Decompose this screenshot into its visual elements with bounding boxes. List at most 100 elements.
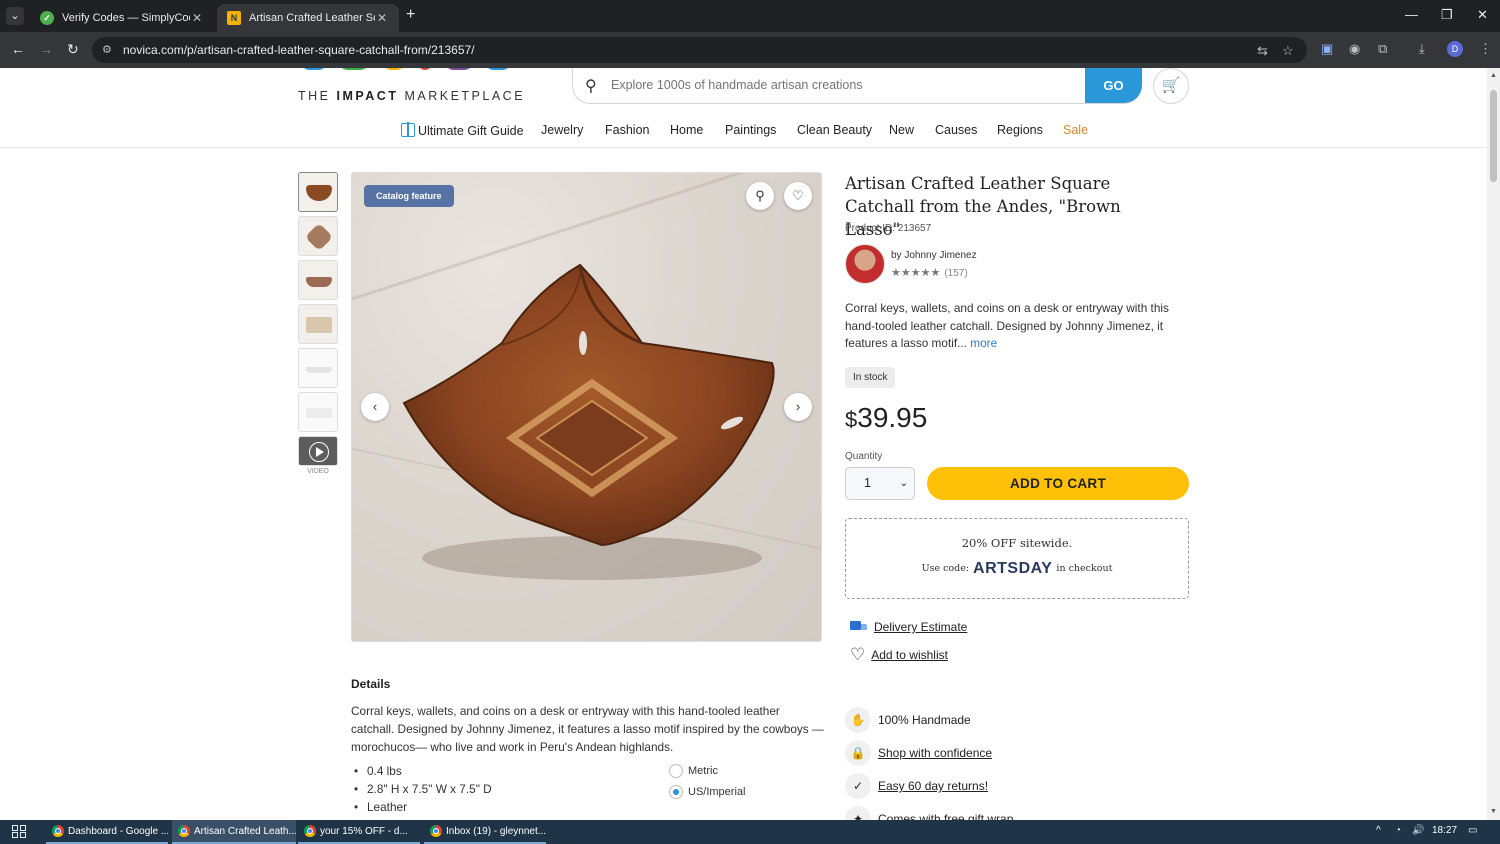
download-icon[interactable]: ⤓ bbox=[1419, 41, 1425, 57]
scroll-thumb[interactable] bbox=[1490, 90, 1497, 182]
product-main-image[interactable]: Catalog feature ⚲ ♡ ‹ › bbox=[351, 172, 822, 642]
taskbar-app[interactable]: Dashboard - Google ... bbox=[46, 820, 168, 844]
spec-item: Leather bbox=[351, 800, 492, 818]
thumbnail[interactable] bbox=[298, 348, 338, 388]
video-thumbnail[interactable] bbox=[298, 436, 338, 466]
logo-wordmark bbox=[298, 68, 514, 74]
nav-item-new[interactable]: New bbox=[889, 123, 914, 137]
nav-item-gift-guide[interactable]: Ultimate Gift Guide bbox=[401, 122, 524, 138]
unit-imperial-radio[interactable]: US/Imperial bbox=[669, 785, 745, 799]
thumbnail[interactable] bbox=[298, 260, 338, 300]
address-bar[interactable]: ⚙ novica.com/p/artisan-crafted-leather-s… bbox=[92, 37, 1307, 63]
feature-gift-wrap: ✦ Comes with free gift wrap bbox=[845, 806, 1013, 820]
nav-item-fashion[interactable]: Fashion bbox=[605, 123, 649, 137]
delivery-estimate-link[interactable]: Delivery Estimate bbox=[850, 620, 967, 634]
check-icon: ✓ bbox=[845, 773, 871, 799]
profile-avatar[interactable]: D bbox=[1447, 41, 1463, 57]
chrome-icon bbox=[430, 825, 442, 837]
thumbnail-strip: VIDEO bbox=[298, 172, 338, 475]
close-tab-icon[interactable]: ✕ bbox=[375, 11, 389, 25]
nav-item-paintings[interactable]: Paintings bbox=[725, 123, 776, 137]
tray-chevron-icon[interactable]: ^ bbox=[1376, 825, 1381, 836]
gift-icon: ✦ bbox=[845, 806, 871, 820]
taskbar-app[interactable]: Inbox (19) - gleynnet... bbox=[424, 820, 546, 844]
logo-tagline: THE IMPACT MARKETPLACE bbox=[298, 89, 526, 103]
forward-icon[interactable]: → bbox=[39, 41, 53, 57]
tab-search-icon[interactable]: ⌄ bbox=[6, 7, 24, 25]
promo-headline: 20% OFF sitewide. bbox=[961, 536, 1073, 550]
zoom-icon[interactable]: ⚲ bbox=[746, 182, 774, 210]
extension-icon[interactable]: ◉ bbox=[1349, 41, 1360, 57]
bookmark-star-icon[interactable]: ☆ bbox=[1282, 43, 1294, 59]
site-search: ⚲ GO bbox=[572, 68, 1142, 104]
nav-item-regions[interactable]: Regions bbox=[997, 123, 1043, 137]
add-to-cart-button[interactable]: ADD TO CART bbox=[927, 467, 1189, 500]
tab-simplycodes[interactable]: ✓ Verify Codes — SimplyCodes ✕ bbox=[30, 4, 214, 32]
quantity-select[interactable]: 1 ⌄ bbox=[845, 467, 915, 500]
artisan-name-link[interactable]: Johnny Jimenez bbox=[904, 250, 976, 261]
restore-icon[interactable]: ❐ bbox=[1441, 7, 1453, 23]
close-window-icon[interactable]: ✕ bbox=[1477, 7, 1488, 23]
url-text[interactable]: novica.com/p/artisan-crafted-leather-squ… bbox=[123, 43, 475, 57]
rating-stars[interactable]: ★★★★★ (157) bbox=[891, 266, 968, 279]
hand-icon: ✋ bbox=[845, 707, 871, 733]
reload-icon[interactable]: ↻ bbox=[67, 41, 79, 58]
puzzle-extensions-icon[interactable]: ⧉ bbox=[1378, 41, 1387, 57]
browser-menu-icon[interactable]: ⋮ bbox=[1479, 41, 1492, 57]
cart-icon[interactable]: 🛒 bbox=[1153, 68, 1189, 104]
details-paragraph: Corral keys, wallets, and coins on a des… bbox=[351, 704, 824, 754]
promo-code[interactable]: ARTSDAY bbox=[973, 560, 1052, 577]
more-link[interactable]: more bbox=[970, 336, 997, 350]
page-content: THE IMPACT MARKETPLACE ⚲ GO 🛒 Ultimate G… bbox=[0, 68, 1487, 820]
notifications-icon[interactable]: ▭ bbox=[1468, 825, 1477, 836]
browser-toolbar: ← → ↻ ⚙ novica.com/p/artisan-crafted-lea… bbox=[0, 32, 1500, 68]
scroll-down-icon[interactable]: ▼ bbox=[1490, 808, 1497, 815]
quantity-label: Quantity bbox=[845, 451, 883, 462]
review-count: (157) bbox=[944, 268, 968, 279]
extension-translate-icon[interactable]: ▣ bbox=[1321, 41, 1333, 57]
nav-item-sale[interactable]: Sale bbox=[1063, 123, 1088, 137]
promo-code-line: Use code: ARTSDAY in checkout bbox=[921, 560, 1113, 577]
page-scrollbar[interactable]: ▲ ▼ bbox=[1487, 68, 1500, 820]
favorite-heart-icon[interactable]: ♡ bbox=[784, 182, 812, 210]
simplycodes-favicon-icon: ✓ bbox=[40, 11, 54, 25]
minimize-icon[interactable]: — bbox=[1405, 7, 1418, 22]
heart-icon: ♡ bbox=[850, 645, 866, 664]
nav-item-home[interactable]: Home bbox=[670, 123, 703, 137]
radio-button[interactable] bbox=[669, 764, 683, 778]
next-image-icon[interactable]: › bbox=[784, 393, 812, 421]
nav-item-clean-beauty[interactable]: Clean Beauty bbox=[797, 123, 872, 137]
search-icon: ⚲ bbox=[585, 78, 597, 95]
thumbnail[interactable] bbox=[298, 216, 338, 256]
close-tab-icon[interactable]: ✕ bbox=[190, 11, 204, 25]
volume-icon[interactable]: 🔊 bbox=[1412, 825, 1424, 836]
feature-easy-returns[interactable]: ✓ Easy 60 day returns! bbox=[845, 773, 988, 799]
artisan-avatar[interactable] bbox=[845, 244, 885, 284]
site-info-icon[interactable]: ⚙ bbox=[102, 43, 112, 56]
start-menu-icon[interactable] bbox=[12, 825, 27, 839]
thumbnail[interactable] bbox=[298, 304, 338, 344]
scroll-up-icon[interactable]: ▲ bbox=[1490, 72, 1497, 79]
thumbnail[interactable] bbox=[298, 392, 338, 432]
wifi-icon[interactable]: ◔ bbox=[1395, 825, 1401, 836]
feature-shop-confidence[interactable]: 🔒 Shop with confidence bbox=[845, 740, 992, 766]
taskbar-app[interactable]: Artisan Crafted Leath... bbox=[172, 820, 296, 844]
nav-item-jewelry[interactable]: Jewelry bbox=[541, 123, 583, 137]
tab-novica[interactable]: N Artisan Crafted Leather Square ✕ bbox=[217, 4, 399, 32]
search-go-button[interactable]: GO bbox=[1085, 68, 1142, 103]
novica-favicon-icon: N bbox=[227, 11, 241, 25]
add-to-wishlist-link[interactable]: ♡ Add to wishlist bbox=[850, 645, 948, 664]
thumbnail[interactable] bbox=[298, 172, 338, 212]
tab-title: Artisan Crafted Leather Square bbox=[249, 12, 375, 24]
nav-item-causes[interactable]: Causes bbox=[935, 123, 977, 137]
taskbar-app[interactable]: your 15% OFF - d... bbox=[298, 820, 420, 844]
back-icon[interactable]: ← bbox=[11, 41, 25, 57]
new-tab-icon[interactable]: + bbox=[406, 6, 415, 24]
search-input[interactable] bbox=[611, 78, 1071, 92]
radio-button[interactable] bbox=[669, 785, 683, 799]
translate-icon[interactable]: ⇆ bbox=[1257, 43, 1268, 59]
lock-icon: 🔒 bbox=[845, 740, 871, 766]
unit-metric-radio[interactable]: Metric bbox=[669, 764, 718, 778]
prev-image-icon[interactable]: ‹ bbox=[361, 393, 389, 421]
clock-time[interactable]: 18:27 bbox=[1432, 825, 1457, 836]
